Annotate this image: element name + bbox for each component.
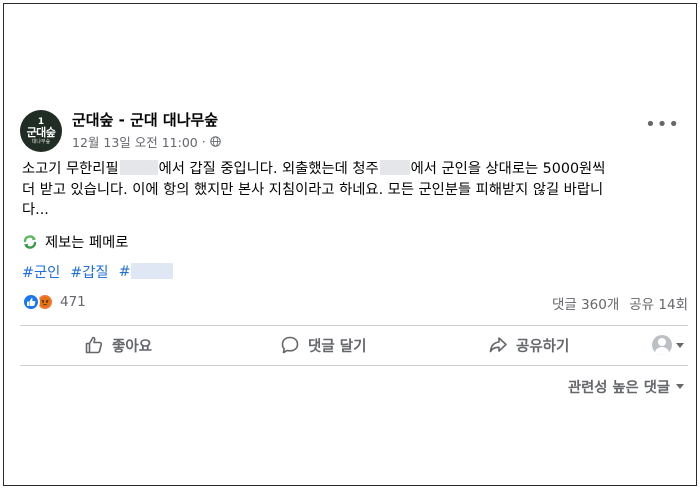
speech-bubble-icon xyxy=(281,336,299,354)
post-timestamp[interactable]: 12월 13일 오전 11:00 xyxy=(72,132,198,151)
like-reaction-icon xyxy=(22,293,40,311)
like-label: 좋아요 xyxy=(112,338,153,355)
divider xyxy=(20,325,688,326)
screenshot-frame: 1 군대숲 대나무숲 군대숲 - 군대 대나무숲 12월 13일 오전 11:0… xyxy=(3,3,697,486)
share-label: 공유하기 xyxy=(516,338,570,355)
globe-icon xyxy=(209,136,221,147)
post-line-2: 더 받고 있습니다. 이에 항의 했지만 본사 지침이라고 하네요. 모든 군인… xyxy=(22,181,604,198)
engagement-counts: 댓글 360개 공유 14회 xyxy=(552,293,688,313)
hashtag-prefix: # xyxy=(118,264,131,280)
comment-label: 댓글 달기 xyxy=(308,338,367,355)
tip-line: 제보는 페메로 xyxy=(22,231,128,252)
share-arrow-icon xyxy=(489,337,507,353)
avatar-title: 군대숲 xyxy=(26,126,56,139)
share-count-link[interactable]: 공유 14회 xyxy=(629,293,688,313)
hashtag-link[interactable]: # xyxy=(119,263,173,280)
comment-count-link[interactable]: 댓글 360개 xyxy=(552,293,619,313)
facebook-post: 1 군대숲 대나무숲 군대숲 - 군대 대나무숲 12월 13일 오전 11:0… xyxy=(20,100,688,396)
page-name-link[interactable]: 군대숲 - 군대 대나무숲 xyxy=(72,109,218,130)
tip-text: 제보는 페메로 xyxy=(45,235,129,251)
post-stats: 471 댓글 360개 공유 14회 xyxy=(20,293,688,313)
comment-sort-label: 관련성 높은 댓글 xyxy=(567,380,670,396)
more-options-icon[interactable]: ••• xyxy=(645,116,680,134)
body-text-segment: 에서 군인을 상대로는 5000원씩 xyxy=(410,161,606,177)
recycle-arrows-icon xyxy=(23,234,37,249)
comment-button[interactable]: 댓글 달기 xyxy=(280,329,366,361)
body-text-segment: 소고기 무한리필 xyxy=(22,161,119,177)
reaction-summary[interactable]: 471 xyxy=(22,293,86,311)
redacted-block xyxy=(119,160,158,175)
caret-down-icon xyxy=(676,342,684,348)
comment-sort-dropdown[interactable]: 관련성 높은 댓글 xyxy=(568,376,684,397)
action-bar: 좋아요 댓글 달기 공유하기 xyxy=(20,329,688,361)
caret-down-icon xyxy=(676,384,684,389)
redacted-block xyxy=(130,263,173,279)
like-button[interactable]: 좋아요 xyxy=(84,329,152,361)
share-button[interactable]: 공유하기 xyxy=(488,329,569,361)
post-body: 소고기 무한리필 에서 갑질 중입니다. 외출했는데 청주 에서 군인을 상대로는 … xyxy=(22,159,684,221)
avatar-subtitle: 대나무숲 xyxy=(31,139,51,145)
hashtag-link[interactable]: #군인 xyxy=(22,261,60,282)
post-header: 1 군대숲 대나무숲 군대숲 - 군대 대나무숲 12월 13일 오전 11:0… xyxy=(20,100,688,156)
post-line-1: 소고기 무한리필 에서 갑질 중입니다. 외출했는데 청주 에서 군인을 상대로는 … xyxy=(22,159,684,180)
meta-separator: · xyxy=(201,134,206,149)
profile-avatar-icon xyxy=(652,335,672,355)
hashtag-row: #군인 #갑질 # xyxy=(22,261,173,282)
redacted-block xyxy=(379,160,410,175)
hashtag-link[interactable]: #갑질 xyxy=(70,261,108,282)
thumbs-up-icon xyxy=(85,336,103,354)
page-avatar[interactable]: 1 군대숲 대나무숲 xyxy=(20,110,62,152)
profile-selector[interactable] xyxy=(652,335,684,355)
divider xyxy=(20,365,688,366)
body-text-segment: 에서 갑질 중입니다. 외출했는데 청주 xyxy=(158,161,379,177)
reaction-count: 471 xyxy=(60,294,86,310)
post-meta: 12월 13일 오전 11:00 · xyxy=(72,132,221,151)
post-line-3: 다... xyxy=(22,202,49,218)
